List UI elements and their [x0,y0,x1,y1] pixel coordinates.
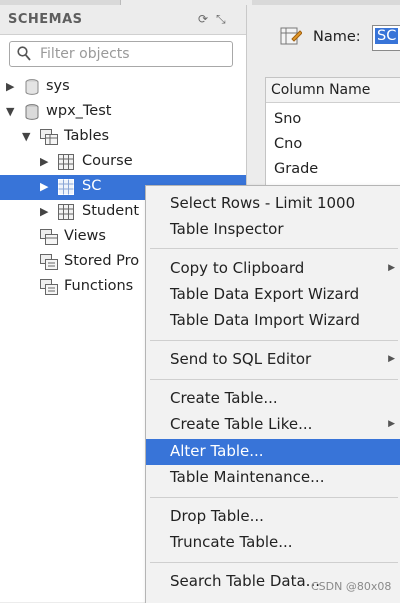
menu-separator [150,562,398,563]
submenu-arrow-icon: ▶ [388,354,395,364]
tree-label-tables: Tables [64,128,110,144]
tree-label-sys: sys [46,78,70,94]
tree-item-tables[interactable]: ▼ Tables [0,125,246,150]
views-folder-icon [40,229,58,245]
context-menu: Select Rows - Limit 1000 Table Inspector… [145,185,400,603]
tables-folder-icon [40,129,58,145]
schemas-header: SCHEMAS ⟳ ⤡ [0,5,246,35]
tree-label-wpx-test: wpx_Test [46,103,112,119]
expand-arrow-icon[interactable]: ▶ [40,205,48,218]
tree-item-wpx-test[interactable]: ▼ wpx_Test [0,100,246,125]
menu-item-send-to-sql-editor[interactable]: Send to SQL Editor ▶ [146,347,400,373]
tree-item-sys[interactable]: ▶ sys [0,75,246,100]
menu-item-copy-to-clipboard[interactable]: Copy to Clipboard ▶ [146,256,400,282]
submenu-arrow-icon: ▶ [388,263,395,273]
menu-item-drop-table[interactable]: Drop Table... [146,504,400,530]
schemas-title: SCHEMAS [8,12,83,27]
tree-item-course[interactable]: ▶ Course [0,150,246,175]
submenu-arrow-icon: ▶ [388,419,395,429]
refresh-icon[interactable]: ⟳ [198,12,208,26]
table-icon [58,154,74,170]
menu-item-create-table-like[interactable]: Create Table Like... ▶ [146,412,400,438]
collapse-arrow-icon[interactable]: ▼ [22,130,30,143]
menu-separator [150,340,398,341]
expand-arrow-icon[interactable]: ▶ [6,80,14,93]
menu-item-select-rows[interactable]: Select Rows - Limit 1000 [146,191,400,217]
column-cell[interactable]: Grade [274,161,318,177]
watermark: CSDN @80x08 [311,580,392,593]
menu-item-table-maintenance[interactable]: Table Maintenance... [146,465,400,491]
column-cell[interactable]: Sno [274,111,301,127]
table-icon [58,204,74,220]
database-icon [25,79,39,95]
menu-separator [150,379,398,380]
table-name-input[interactable]: SC [372,25,400,51]
column-name-header[interactable]: Column Name [266,78,400,103]
menu-separator [150,497,398,498]
filter-objects-input[interactable] [38,44,227,64]
stored-procedures-folder-icon [40,254,58,270]
search-icon [17,46,31,61]
tree-label-stored-procedures: Stored Pro [64,253,140,269]
column-cell[interactable]: Cno [274,136,302,152]
collapse-arrow-icon[interactable]: ▼ [6,105,14,118]
expand-arrow-icon[interactable]: ▶ [40,155,48,168]
functions-folder-icon [40,279,58,295]
tree-label-views: Views [64,228,106,244]
menu-item-table-inspector[interactable]: Table Inspector [146,217,400,243]
menu-item-alter-table[interactable]: Alter Table... [146,439,400,465]
tree-label-sc: SC [82,178,102,194]
collapse-icon[interactable]: ⤡ [216,12,226,27]
menu-separator [150,248,398,249]
menu-item-create-table[interactable]: Create Table... [146,386,400,412]
table-icon [58,179,74,195]
tree-label-functions: Functions [64,278,134,294]
tree-label-student: Student [82,203,140,219]
expand-arrow-icon[interactable]: ▶ [40,180,48,193]
filter-box [9,41,233,67]
tree-label-course: Course [82,153,133,169]
database-icon [25,104,39,120]
table-edit-icon [280,27,302,45]
menu-item-truncate-table[interactable]: Truncate Table... [146,530,400,556]
table-name-value: SC [375,28,399,44]
menu-item-data-import-wizard[interactable]: Table Data Import Wizard [146,308,400,334]
name-label: Name: [313,29,361,45]
menu-item-data-export-wizard[interactable]: Table Data Export Wizard [146,282,400,308]
